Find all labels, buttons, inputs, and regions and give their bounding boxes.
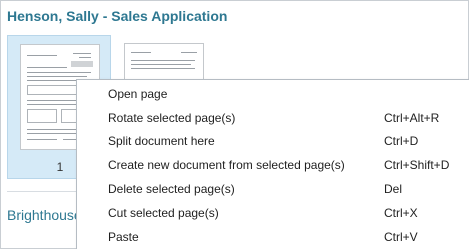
menu-item-shortcut: Ctrl+Alt+R: [384, 111, 440, 125]
menu-item-label: Paste: [108, 230, 139, 244]
menu-item-open-page[interactable]: Open page: [77, 83, 469, 106]
menu-item-create-new-document[interactable]: Create new document from selected page(s…: [77, 154, 469, 177]
menu-item-shortcut: Ctrl+Shift+D: [384, 158, 450, 172]
menu-item-label: Create new document from selected page(s…: [108, 158, 345, 172]
menu-item-cut-pages[interactable]: Cut selected page(s) Ctrl+X: [77, 202, 469, 225]
menu-item-shortcut: Ctrl+X: [384, 206, 418, 220]
menu-item-shortcut: Ctrl+D: [384, 134, 419, 148]
menu-item-label: Rotate selected page(s): [108, 111, 236, 125]
document-title[interactable]: Henson, Sally - Sales Application: [7, 8, 227, 24]
menu-item-shortcut: Ctrl+V: [384, 230, 418, 244]
menu-item-label: Open page: [108, 87, 168, 101]
menu-item-shortcut: Del: [384, 182, 403, 196]
menu-item-label: Cut selected page(s): [108, 206, 219, 220]
menu-item-label: Split document here: [108, 134, 215, 148]
next-document-title[interactable]: Brighthouse: [7, 207, 82, 223]
menu-item-label: Delete selected page(s): [108, 182, 235, 196]
page-context-menu: Open page Rotate selected page(s) Ctrl+A…: [76, 79, 469, 249]
menu-item-paste[interactable]: Paste Ctrl+V: [77, 226, 469, 249]
menu-item-delete-pages[interactable]: Delete selected page(s) Del: [77, 178, 469, 201]
menu-item-rotate-pages[interactable]: Rotate selected page(s) Ctrl+Alt+R: [77, 107, 469, 130]
menu-item-split-document[interactable]: Split document here Ctrl+D: [77, 130, 469, 153]
document-organizer-panel: Henson, Sally - Sales Application 1 Brig…: [0, 0, 469, 249]
document-divider: [7, 191, 77, 192]
